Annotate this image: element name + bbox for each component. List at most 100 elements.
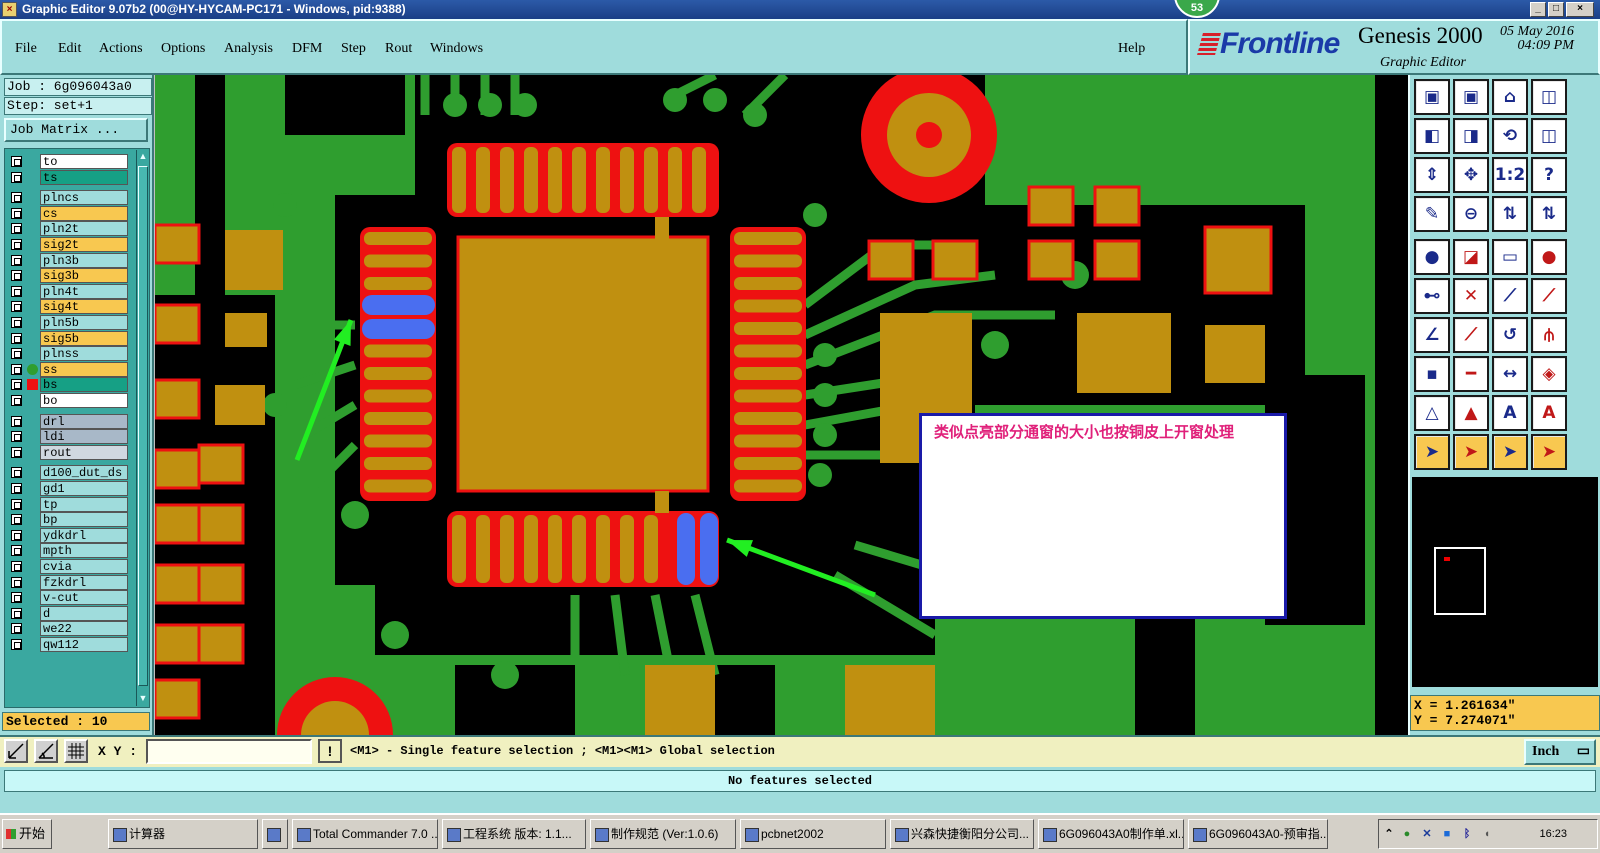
layer-name[interactable]: we22 [40, 621, 128, 637]
layer-row[interactable]: qw112 [7, 637, 131, 652]
layer-checkbox[interactable] [11, 395, 22, 406]
taskbar-task[interactable]: 6G096043A0-预审指... [1188, 819, 1328, 849]
resize-tool[interactable]: ↔ [1492, 356, 1528, 392]
layer-checkbox[interactable] [11, 239, 22, 250]
menu-edit[interactable]: Edit [58, 41, 81, 57]
layer-row[interactable]: mpth [7, 543, 131, 559]
layer-checkbox[interactable] [11, 561, 22, 572]
layer-checkbox[interactable] [11, 576, 22, 588]
menu-windows[interactable]: Windows [430, 41, 483, 57]
layer-name[interactable]: pln4t [40, 283, 128, 299]
layer-name[interactable]: fzkdrl [40, 574, 128, 590]
layer-name[interactable]: ydkdrl [40, 527, 128, 543]
layer-row[interactable]: pln4t [7, 283, 131, 299]
layer-row[interactable]: fzkdrl [7, 574, 131, 590]
layer-checkbox[interactable] [11, 332, 22, 344]
layer-checkbox[interactable] [11, 446, 22, 458]
select-tool[interactable]: ➤ [1414, 434, 1450, 470]
layer-checkbox[interactable] [11, 529, 22, 541]
layer-name[interactable]: drl [40, 413, 128, 429]
layer-row[interactable]: bp [7, 512, 131, 528]
add-dot-tool[interactable]: ● [1531, 239, 1567, 275]
layer-name[interactable]: pln3b [40, 252, 128, 268]
layer-up-tool[interactable]: ⇅ [1492, 196, 1528, 232]
layer-row[interactable]: gd1 [7, 481, 131, 496]
layer-name[interactable]: v-cut [40, 590, 128, 606]
taskbar-task[interactable]: pcbnet2002 [740, 819, 886, 849]
layer-name[interactable]: cvia [40, 559, 128, 574]
layer-row[interactable]: sig4t [7, 299, 131, 315]
layer-row[interactable]: d [7, 605, 131, 621]
menu-dfm[interactable]: DFM [292, 41, 322, 57]
move-left-tool[interactable]: ◧ [1414, 118, 1450, 154]
layer-checkbox[interactable] [11, 156, 22, 167]
layer-checkbox[interactable] [11, 363, 22, 375]
layer-row[interactable]: sig3b [7, 268, 131, 284]
add-polygon-tool[interactable]: ◪ [1453, 239, 1489, 275]
layer-row[interactable]: bs [7, 377, 131, 393]
layer-row[interactable]: v-cut [7, 590, 131, 606]
layer-checkbox[interactable] [11, 254, 22, 266]
layer-checkbox[interactable] [11, 623, 22, 635]
taskbar-task[interactable] [262, 819, 288, 849]
layer-row[interactable]: d100_dut_ds [7, 465, 131, 481]
layer-checkbox[interactable] [11, 379, 22, 391]
layer-row[interactable]: ss [7, 361, 131, 377]
menu-help[interactable]: Help [1118, 41, 1145, 57]
taskbar-task[interactable]: Total Commander 7.0 ... [292, 819, 438, 849]
move-down-tool[interactable]: ▣ [1453, 79, 1489, 115]
stretch-all-tool[interactable]: ✥ [1453, 157, 1489, 193]
split-window-tool[interactable]: ◫ [1531, 79, 1567, 115]
taskbar-task[interactable]: 兴森快捷衡阳分公司... [890, 819, 1034, 849]
layer-row[interactable]: plnss [7, 346, 131, 362]
scroll-down-icon[interactable]: ▼ [137, 692, 149, 704]
layer-checkbox[interactable] [11, 285, 22, 297]
layer-name[interactable]: plnss [40, 346, 128, 362]
menu-actions[interactable]: Actions [99, 41, 143, 57]
taskbar-task[interactable]: 6G096043A0制作单.xl... [1038, 819, 1184, 849]
maximize-button[interactable]: □ [1548, 2, 1564, 17]
layer-name[interactable]: qw112 [40, 637, 128, 652]
scroll-thumb[interactable] [138, 166, 148, 686]
job-matrix-button[interactable]: Job Matrix ... [4, 118, 148, 142]
layer-checkbox[interactable] [11, 467, 22, 479]
taskbar-task[interactable]: 工程系统 版本: 1.1... [442, 819, 586, 849]
layer-name[interactable]: ss [40, 361, 128, 377]
menu-rout[interactable]: Rout [385, 41, 412, 57]
layer-name[interactable]: pln5b [40, 315, 128, 330]
minimize-button[interactable]: _ [1530, 2, 1546, 17]
tray-arrow-icon[interactable]: ⌃ [1383, 828, 1395, 840]
tray-close-icon[interactable]: ✕ [1421, 828, 1433, 840]
rotate-tool[interactable]: ↺ [1492, 317, 1528, 353]
layer-name[interactable]: rout [40, 444, 128, 460]
layer-name[interactable]: cs [40, 205, 128, 221]
layer-name[interactable]: bs [40, 377, 128, 393]
layer-checkbox[interactable] [11, 639, 22, 650]
layer-row[interactable]: drl [7, 413, 131, 429]
layer-row[interactable]: pln5b [7, 315, 131, 330]
select-net-tool[interactable]: ➤ [1531, 434, 1567, 470]
home-tool[interactable]: ⌂ [1492, 79, 1528, 115]
grid-mode-button[interactable] [64, 739, 88, 763]
add-pad-tool[interactable]: ● [1414, 239, 1450, 275]
delete-tool[interactable]: ✕ [1453, 278, 1489, 314]
layer-down-tool[interactable]: ⇅ [1531, 196, 1567, 232]
layer-checkbox[interactable] [11, 317, 22, 328]
layer-name[interactable]: pln2t [40, 221, 128, 237]
line-cut-tool[interactable]: ━ [1453, 356, 1489, 392]
warning-button[interactable]: ! [318, 739, 342, 763]
ruler-tool[interactable]: ▭ [1492, 239, 1528, 275]
layer-name[interactable]: d100_dut_ds [40, 465, 128, 481]
snap-tool[interactable]: ✎ [1414, 196, 1450, 232]
layer-row[interactable]: tp [7, 496, 131, 512]
taskbar-task[interactable]: 计算器 [108, 819, 258, 849]
layer-row[interactable]: cs [7, 205, 131, 221]
menu-options[interactable]: Options [161, 41, 205, 57]
layer-row[interactable]: ydkdrl [7, 527, 131, 543]
angle-mode-button[interactable] [34, 739, 58, 763]
layer-checkbox[interactable] [11, 415, 22, 427]
overview-map[interactable] [1412, 477, 1598, 687]
select-area-tool[interactable]: ➤ [1453, 434, 1489, 470]
layer-checkbox[interactable] [11, 498, 22, 510]
slash-tool[interactable]: ⟋ [1453, 317, 1489, 353]
